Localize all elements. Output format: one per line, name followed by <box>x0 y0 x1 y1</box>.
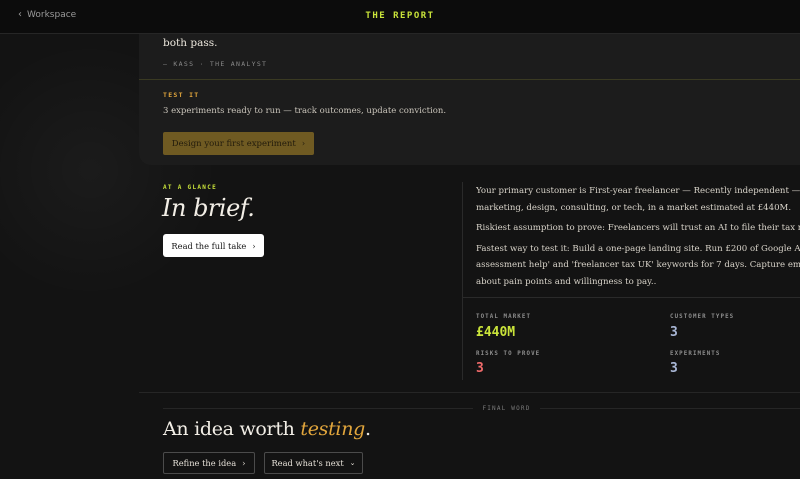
experiments-label: EXPERIMENTS <box>670 351 721 357</box>
test-line: about pain points and willingness to pay… <box>476 276 657 287</box>
customer-types-label: CUSTOMER TYPES <box>670 314 735 320</box>
refine-idea-button[interactable]: Refine the idea › <box>163 452 255 474</box>
customer-line: Your primary customer is First-year free… <box>476 186 800 196</box>
risks-to-prove-label: RISKS TO PROVE <box>476 351 541 357</box>
chevron-down-icon: ⌄ <box>349 459 356 467</box>
total-market-label: TOTAL MARKET <box>476 314 532 320</box>
customer-types-value: 3 <box>670 325 678 340</box>
chevron-right-icon: › <box>252 240 256 251</box>
read-full-take-button[interactable]: Read the full take › <box>163 234 264 257</box>
section-divider <box>139 392 800 393</box>
test-line: assessment help' and 'freelancer tax UK'… <box>476 260 800 270</box>
closing-heading-highlight: testing <box>300 418 366 440</box>
closing-heading-prefix: An idea worth <box>163 418 301 440</box>
risk-line: Riskiest assumption to prove: Freelancer… <box>476 223 800 233</box>
risks-to-prove-value: 3 <box>476 361 484 376</box>
at-a-glance-label: AT A GLANCE <box>163 184 218 191</box>
read-whats-next-button[interactable]: Read what's next ⌄ <box>264 452 363 474</box>
top-bar: ‹ Workspace THE REPORT <box>0 0 800 34</box>
final-word-rule-right <box>540 408 800 409</box>
total-market-value: £440M <box>476 325 516 340</box>
customer-line: marketing, design, consulting, or tech, … <box>476 202 792 213</box>
quote-tail: both pass. <box>163 37 218 49</box>
analyst-card: both pass. — KASS · THE ANALYST TEST IT … <box>139 34 800 165</box>
test-it-label: TEST IT <box>163 91 200 99</box>
test-line: Fastest way to test it: Build a one-page… <box>476 243 800 254</box>
final-word-rule-left <box>163 408 473 409</box>
read-full-take-label: Read the full take <box>171 240 247 251</box>
experiments-value: 3 <box>670 361 678 376</box>
closing-heading-suffix: . <box>365 418 371 440</box>
closing-heading: An idea worth testing. <box>163 418 371 440</box>
in-brief-heading: In brief. <box>162 194 255 222</box>
design-experiment-button[interactable]: Design your first experiment › <box>163 132 314 155</box>
refine-idea-label: Refine the idea <box>172 458 237 468</box>
stats-divider <box>463 297 800 298</box>
quote-byline: — KASS · THE ANALYST <box>163 60 268 68</box>
design-experiment-label: Design your first experiment <box>171 138 296 149</box>
card-divider <box>139 79 800 80</box>
page-title: THE REPORT <box>365 11 435 21</box>
chevron-right-icon: › <box>242 458 246 468</box>
read-whats-next-label: Read what's next <box>271 458 344 468</box>
summary-text: Your primary customer is First-year free… <box>476 183 800 290</box>
test-it-description: 3 experiments ready to run — track outco… <box>163 106 447 116</box>
final-word-label: FINAL WORD <box>482 405 531 412</box>
column-divider <box>462 182 463 380</box>
chevron-right-icon: › <box>301 138 306 149</box>
